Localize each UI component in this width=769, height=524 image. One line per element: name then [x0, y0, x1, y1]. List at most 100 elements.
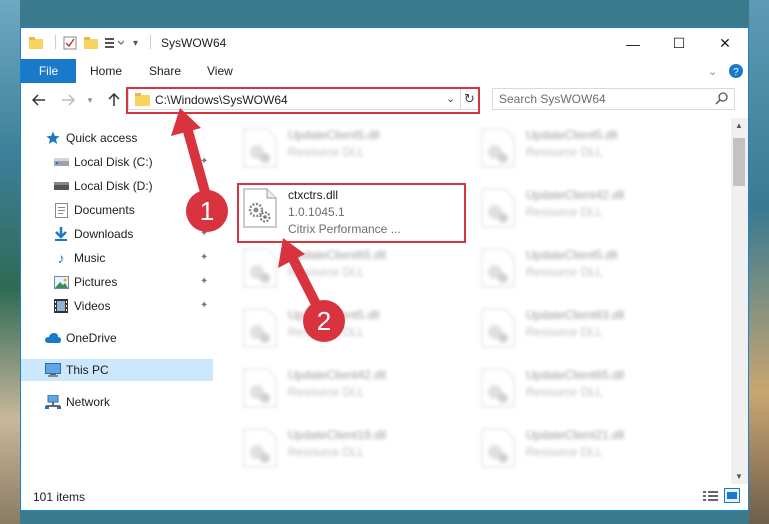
file-item[interactable]: UpdateClient65.dll Resource DLL: [237, 242, 462, 294]
network-icon: [45, 394, 61, 410]
dll-file-icon: [481, 188, 515, 228]
desktop-background-right: [749, 0, 769, 524]
file-item[interactable]: UpdateClient5.dll Resource DLL: [475, 242, 700, 294]
dll-file-icon: [481, 368, 515, 408]
dll-file-icon: [481, 428, 515, 468]
search-input[interactable]: [499, 92, 699, 106]
tiles-view-icon[interactable]: [724, 488, 740, 503]
nav-item-label: Local Disk (D:): [74, 179, 153, 193]
pin-icon[interactable]: ✦: [200, 276, 210, 288]
file-item[interactable]: UpdateClient5.dll Resource DLL: [475, 122, 700, 174]
scroll-down-icon[interactable]: ▼: [735, 472, 743, 481]
file-name: UpdateClient63.dll: [526, 308, 625, 322]
file-description: Resource DLL: [288, 385, 365, 399]
file-explorer-window: ▾ SysWOW64 — ☐ ✕ File Home Share View ⌄ …: [20, 27, 749, 511]
star-icon: [45, 130, 61, 146]
nav-item-label: This PC: [66, 363, 109, 377]
file-item[interactable]: UpdateClient42.dll Resource DLL: [475, 182, 700, 234]
tab-view[interactable]: View: [207, 59, 233, 83]
nav-item-label: Local Disk (C:): [74, 155, 153, 169]
file-item[interactable]: UpdateClient21.dll Resource DLL: [475, 422, 700, 474]
file-description: Resource DLL: [288, 445, 365, 459]
pin-icon[interactable]: ✦: [200, 156, 210, 168]
file-item[interactable]: UpdateClient19.dll Resource DLL: [237, 422, 462, 474]
maximize-button[interactable]: ☐: [656, 28, 702, 59]
address-bar[interactable]: C:\Windows\SysWOW64 ⌄ ↻: [128, 88, 479, 110]
pictures-icon: [53, 274, 69, 290]
file-name: UpdateClient19.dll: [288, 428, 387, 442]
details-view-icon[interactable]: [703, 490, 718, 505]
nav-item-network[interactable]: Network: [21, 391, 213, 413]
file-item[interactable]: UpdateClient65.dll Resource DLL: [475, 362, 700, 414]
desktop-background-left: [0, 0, 20, 524]
nav-item-local-disk-d[interactable]: Local Disk (D:): [21, 175, 213, 197]
drive-icon: [53, 154, 69, 170]
pin-icon[interactable]: ✦: [200, 252, 210, 264]
tab-home[interactable]: Home: [90, 59, 122, 83]
tab-file[interactable]: File: [21, 59, 76, 83]
step-1-badge: 1: [186, 190, 228, 232]
file-name: UpdateClient65.dll: [288, 248, 387, 262]
file-item-ctxctrs[interactable]: ctxctrs.dll 1.0.1045.1 Citrix Performanc…: [237, 182, 462, 236]
address-dropdown-icon[interactable]: ⌄: [446, 92, 455, 105]
nav-item-music[interactable]: ♪ Music ✦: [21, 247, 213, 269]
file-name: UpdateClient42.dll: [526, 188, 625, 202]
scrollbar-thumb[interactable]: [733, 138, 745, 186]
separator: [55, 35, 56, 49]
forward-arrow-icon[interactable]: [60, 91, 76, 109]
tab-share[interactable]: Share: [149, 59, 181, 83]
separator: [150, 35, 151, 49]
file-description: Resource DLL: [526, 205, 603, 219]
file-item[interactable]: UpdateClient5.dll Resource DLL: [237, 122, 462, 174]
file-description: Resource DLL: [526, 265, 603, 279]
recent-locations-icon[interactable]: ▾: [85, 91, 95, 109]
nav-item-videos[interactable]: Videos ✦: [21, 295, 213, 317]
up-arrow-icon[interactable]: [106, 91, 122, 109]
dll-file-icon: [481, 308, 515, 348]
scroll-up-icon[interactable]: ▲: [735, 121, 743, 130]
refresh-icon[interactable]: ↻: [464, 91, 475, 107]
svg-text:?: ?: [733, 67, 739, 78]
item-count: 101 items: [33, 490, 86, 504]
properties-icon[interactable]: [63, 35, 77, 51]
address-path[interactable]: C:\Windows\SysWOW64: [155, 93, 288, 107]
nav-item-this-pc[interactable]: This PC: [21, 359, 213, 381]
file-description: Resource DLL: [526, 145, 603, 159]
file-item[interactable]: UpdateClient5.dll Resource DLL: [237, 302, 462, 354]
file-description: Citrix Performance ...: [288, 222, 401, 236]
new-folder-icon[interactable]: [84, 35, 98, 51]
dll-file-icon: [243, 368, 277, 408]
navigation-pane: Quick access Local Disk (C:) ✦ Local Dis…: [21, 118, 215, 484]
nav-item-local-disk-c[interactable]: Local Disk (C:) ✦: [21, 151, 213, 173]
help-icon[interactable]: ?: [729, 59, 743, 83]
step-2-badge: 2: [303, 300, 345, 342]
file-name: UpdateClient5.dll: [288, 128, 380, 142]
nav-item-label: Network: [66, 395, 111, 409]
customize-toolbar-icon[interactable]: ▾: [133, 35, 138, 51]
expand-ribbon-icon[interactable]: ⌄: [708, 59, 717, 83]
nav-item-pictures[interactable]: Pictures ✦: [21, 271, 213, 293]
close-button[interactable]: ✕: [702, 28, 748, 59]
nav-item-label: Quick access: [66, 131, 138, 145]
nav-item-onedrive[interactable]: OneDrive: [21, 327, 213, 349]
nav-item-quick-access[interactable]: Quick access: [21, 127, 213, 149]
window-title: SysWOW64: [161, 36, 227, 50]
pin-icon[interactable]: ✦: [200, 300, 210, 312]
status-bar: 101 items: [21, 484, 748, 510]
dll-file-icon: [243, 188, 277, 228]
videos-icon: [53, 298, 69, 314]
minimize-button[interactable]: —: [610, 28, 656, 59]
file-name: UpdateClient42.dll: [288, 368, 387, 382]
view-options-icon[interactable]: [105, 35, 125, 51]
nav-item-downloads[interactable]: Downloads ✦: [21, 223, 213, 245]
vertical-scrollbar[interactable]: ▲ ▼: [731, 118, 748, 484]
file-item[interactable]: UpdateClient63.dll Resource DLL: [475, 302, 700, 354]
ribbon: File Home Share View ⌄ ?: [21, 59, 748, 83]
file-name: UpdateClient5.dll: [526, 248, 618, 262]
back-arrow-icon[interactable]: [31, 91, 47, 109]
nav-item-documents[interactable]: Documents ✦: [21, 199, 213, 221]
search-icon[interactable]: [715, 92, 728, 108]
search-box[interactable]: [492, 88, 735, 110]
file-item[interactable]: UpdateClient42.dll Resource DLL: [237, 362, 462, 414]
download-icon: [53, 226, 69, 242]
